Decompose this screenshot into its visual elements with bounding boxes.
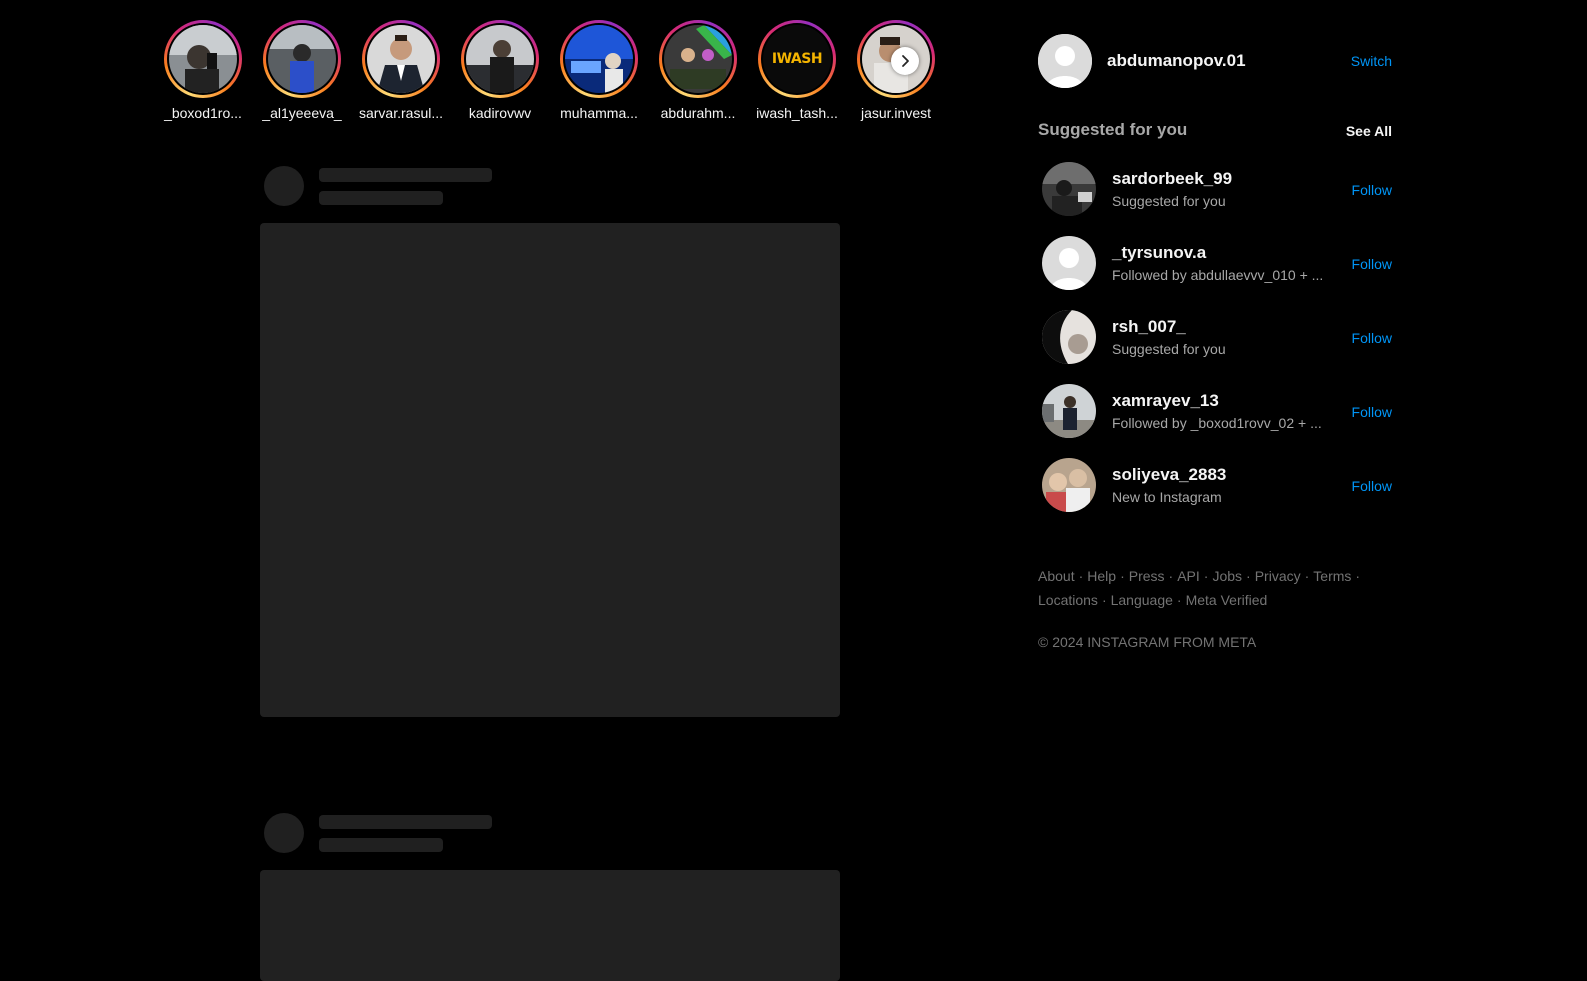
separator: · (1120, 568, 1125, 584)
suggestion-item: rsh_007_ Suggested for you Follow (1038, 310, 1394, 384)
story-item[interactable]: sarvar.rasul... (356, 20, 446, 121)
story-avatar (169, 25, 237, 93)
separator: · (1176, 592, 1182, 608)
footer-link-jobs[interactable]: Jobs (1212, 568, 1242, 584)
suggestion-item: sardorbeek_99 Suggested for you Follow (1038, 162, 1394, 236)
footer-link-meta-verified[interactable]: Meta Verified (1186, 592, 1268, 608)
suggestion-subtitle: Suggested for you (1112, 341, 1226, 357)
follow-button[interactable]: Follow (1352, 256, 1392, 272)
footer-link-privacy[interactable]: Privacy (1255, 568, 1301, 584)
avatar[interactable] (1038, 34, 1092, 88)
story-username: _boxod1ro... (164, 105, 242, 121)
suggestion-username[interactable]: xamrayev_13 (1112, 391, 1219, 411)
copyright: © 2024 INSTAGRAM FROM META (1038, 634, 1257, 650)
story-ring (659, 20, 737, 98)
separator: · (1078, 568, 1084, 584)
story-ring (164, 20, 242, 98)
suggestions-list: sardorbeek_99 Suggested for you Follow _… (1038, 162, 1394, 532)
footer-links: About · Help · Press · API · Jobs · Privacy · Terms ·… (1038, 564, 1378, 612)
suggestion-item: xamrayev_13 Followed by _boxod1rovv_02 +… (1038, 384, 1394, 458)
separator: · (1168, 568, 1174, 584)
story-ring (560, 20, 638, 98)
story-item[interactable]: IWASH iwash_tash... (752, 20, 842, 121)
story-ring: IWASH (758, 20, 836, 98)
separator: · (1304, 568, 1310, 584)
separator: · (1246, 568, 1251, 584)
suggestion-subtitle: Followed by _boxod1rovv_02 + ... (1112, 415, 1322, 431)
story-avatar (367, 25, 435, 93)
avatar[interactable] (1042, 236, 1096, 290)
suggestion-subtitle: Suggested for you (1112, 193, 1226, 209)
suggestion-subtitle: New to Instagram (1112, 489, 1222, 505)
story-username: jasur.invest (860, 105, 932, 121)
story-username: iwash_tash... (756, 105, 838, 121)
story-avatar: IWASH (763, 25, 831, 93)
suggestion-username[interactable]: _tyrsunov.a (1112, 243, 1206, 263)
footer-link-about[interactable]: About (1038, 568, 1075, 584)
story-item[interactable]: kadirovwv (455, 20, 545, 121)
follow-button[interactable]: Follow (1352, 182, 1392, 198)
story-username: muhamma... (560, 105, 638, 121)
story-username: kadirovwv (468, 105, 532, 121)
suggestion-item: _tyrsunov.a Followed by abdullaevvv_010 … (1038, 236, 1394, 310)
suggestion-subtitle: Followed by abdullaevvv_010 + ... (1112, 267, 1324, 283)
switch-account-button[interactable]: Switch (1351, 53, 1392, 69)
follow-button[interactable]: Follow (1352, 330, 1392, 346)
story-item[interactable]: _al1yeeeva_ (257, 20, 347, 121)
story-avatar (268, 25, 336, 93)
follow-button[interactable]: Follow (1352, 404, 1392, 420)
avatar[interactable] (1042, 458, 1096, 512)
footer-link-locations[interactable]: Locations (1038, 592, 1098, 608)
footer-link-api[interactable]: API (1177, 568, 1200, 584)
suggestion-item: soliyeva_2883 New to Instagram Follow (1038, 458, 1394, 532)
skeleton-line (319, 815, 492, 829)
current-username[interactable]: abdumanopov.01 (1107, 51, 1246, 71)
separator: · (1101, 592, 1107, 608)
suggestion-username[interactable]: soliyeva_2883 (1112, 465, 1226, 485)
skeleton-avatar (264, 166, 304, 206)
separator: · (1203, 568, 1209, 584)
story-username: abdurahm... (660, 105, 736, 121)
story-username: _al1yeeeva_ (262, 105, 342, 121)
story-ring (461, 20, 539, 98)
suggestion-username[interactable]: rsh_007_ (1112, 317, 1186, 337)
story-username: sarvar.rasul... (358, 105, 444, 121)
story-avatar (466, 25, 534, 93)
footer-link-help[interactable]: Help (1087, 568, 1116, 584)
footer-link-press[interactable]: Press (1129, 568, 1165, 584)
footer-link-language[interactable]: Language (1111, 592, 1173, 608)
story-item[interactable]: _boxod1ro... (158, 20, 248, 121)
chevron-right-icon[interactable] (891, 47, 919, 75)
skeleton-line (319, 168, 492, 182)
suggestion-username[interactable]: sardorbeek_99 (1112, 169, 1232, 189)
suggestions-header: Suggested for you See All (1038, 120, 1394, 142)
suggestions-title: Suggested for you (1038, 120, 1188, 139)
follow-button[interactable]: Follow (1352, 478, 1392, 494)
story-avatar (664, 25, 732, 93)
story-avatar (565, 25, 633, 93)
story-item[interactable]: abdurahm... (653, 20, 743, 121)
avatar[interactable] (1042, 310, 1096, 364)
stories-tray: _boxod1ro... _al1yeeeva_ sarvar.rasul...… (158, 20, 948, 130)
story-item[interactable]: muhamma... (554, 20, 644, 121)
skeleton-media (260, 223, 840, 717)
avatar[interactable] (1042, 162, 1096, 216)
avatar[interactable] (1042, 384, 1096, 438)
skeleton-line (319, 838, 443, 852)
story-ring (263, 20, 341, 98)
skeleton-media (260, 870, 840, 981)
skeleton-line (319, 191, 443, 205)
footer-link-terms[interactable]: Terms (1313, 568, 1351, 584)
see-all-button[interactable]: See All (1346, 123, 1392, 139)
current-user: abdumanopov.01 Switch (1038, 34, 1394, 90)
iwash-logo: IWASH (771, 51, 823, 67)
story-ring (362, 20, 440, 98)
skeleton-avatar (264, 813, 304, 853)
separator: · (1355, 568, 1361, 584)
